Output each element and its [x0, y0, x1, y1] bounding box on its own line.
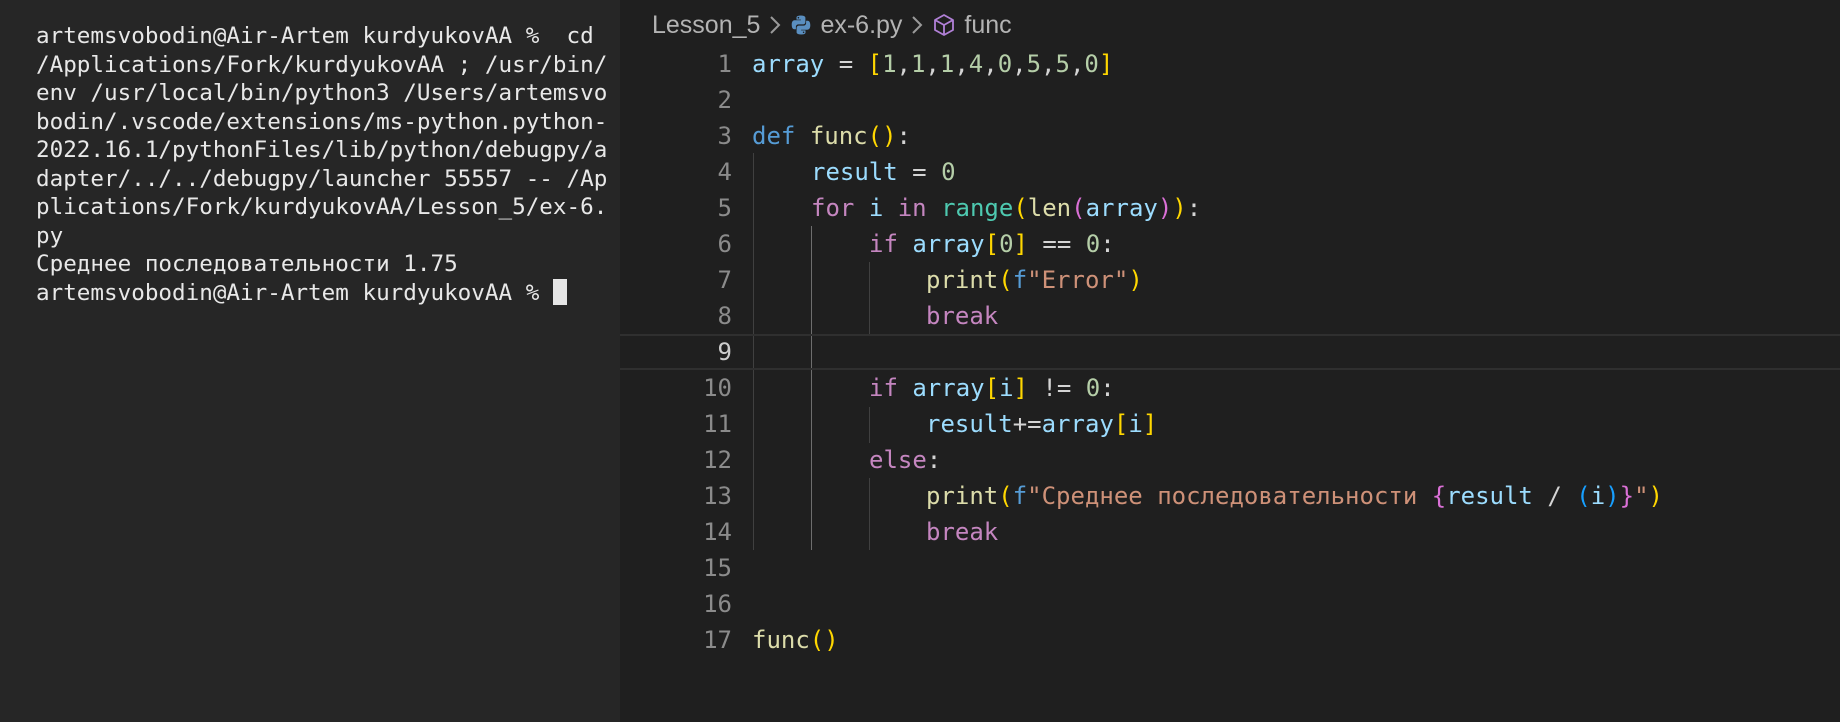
code-text: break	[926, 302, 999, 330]
line-number: 7	[717, 266, 732, 294]
code-line[interactable]: 1 array = [1,1,1,4,0,5,5,0]	[620, 46, 1840, 82]
terminal-text: artemsvobodin@Air-Artem kurdyukovAA % cd…	[36, 23, 608, 306]
terminal-output[interactable]: artemsvobodin@Air-Artem kurdyukovAA % cd…	[36, 22, 611, 307]
code-line[interactable]: 3 def func():	[620, 118, 1840, 154]
code-line[interactable]: 13 print(f"Среднее последовательности {r…	[620, 478, 1840, 514]
line-number: 12	[703, 446, 732, 474]
line-number: 1	[717, 50, 732, 78]
code-text: else:	[869, 446, 942, 474]
code-line[interactable]: 16	[620, 586, 1840, 622]
line-number: 2	[717, 86, 732, 114]
code-text: array = [1,1,1,4,0,5,5,0]	[752, 50, 1114, 78]
code-line-current[interactable]: 9	[620, 334, 1840, 370]
line-number: 11	[703, 410, 732, 438]
code-editor[interactable]: Lesson_5 ex-6.py func 1 array = [1,1,1,4…	[620, 0, 1840, 722]
line-number: 8	[717, 302, 732, 330]
code-line[interactable]: 8 break	[620, 298, 1840, 334]
code-line[interactable]: 12 else:	[620, 442, 1840, 478]
code-line[interactable]: 17 func()	[620, 622, 1840, 658]
code-line[interactable]: 6 if array[0] == 0:	[620, 226, 1840, 262]
line-number: 14	[703, 518, 732, 546]
line-number: 17	[703, 626, 732, 654]
python-icon	[790, 14, 812, 36]
terminal-cursor	[552, 278, 567, 305]
breadcrumb-symbol[interactable]: func	[964, 11, 1011, 40]
line-number: 5	[717, 194, 732, 222]
symbol-method-icon	[932, 13, 956, 37]
code-text: func()	[752, 626, 839, 654]
terminal-panel[interactable]: artemsvobodin@Air-Artem kurdyukovAA % cd…	[0, 0, 620, 722]
code-line[interactable]: 11 result+=array[i]	[620, 406, 1840, 442]
breadcrumb: Lesson_5 ex-6.py func	[652, 8, 1012, 42]
line-number: 6	[717, 230, 732, 258]
breadcrumb-folder[interactable]: Lesson_5	[652, 11, 760, 40]
code-line[interactable]: 4 result = 0	[620, 154, 1840, 190]
code-line[interactable]: 10 if array[i] != 0:	[620, 370, 1840, 406]
line-number: 15	[703, 554, 732, 582]
code-line[interactable]: 15	[620, 550, 1840, 586]
line-number: 4	[717, 158, 732, 186]
code-text: print(f"Error")	[926, 266, 1143, 294]
line-number: 3	[717, 122, 732, 150]
code-text: result = 0	[811, 158, 956, 186]
code-text: result+=array[i]	[926, 410, 1158, 438]
code-line[interactable]: 14 break	[620, 514, 1840, 550]
code-line[interactable]: 5 for i in range(len(array)):	[620, 190, 1840, 226]
chevron-right-icon	[769, 15, 781, 35]
code-line[interactable]: 7 print(f"Error")	[620, 262, 1840, 298]
code-text: print(f"Среднее последовательности {resu…	[926, 482, 1663, 510]
code-line[interactable]: 2	[620, 82, 1840, 118]
line-number: 16	[703, 590, 732, 618]
code-text: if array[i] != 0:	[869, 374, 1115, 402]
chevron-right-icon	[911, 15, 923, 35]
line-number: 10	[703, 374, 732, 402]
code-text: break	[926, 518, 999, 546]
window: artemsvobodin@Air-Artem kurdyukovAA % cd…	[0, 0, 1840, 722]
line-number: 9	[717, 338, 732, 366]
code-text: for i in range(len(array)):	[811, 194, 1202, 222]
line-number: 13	[703, 482, 732, 510]
code-text: def func():	[752, 122, 911, 150]
code-text: if array[0] == 0:	[869, 230, 1115, 258]
breadcrumb-file[interactable]: ex-6.py	[820, 11, 902, 40]
